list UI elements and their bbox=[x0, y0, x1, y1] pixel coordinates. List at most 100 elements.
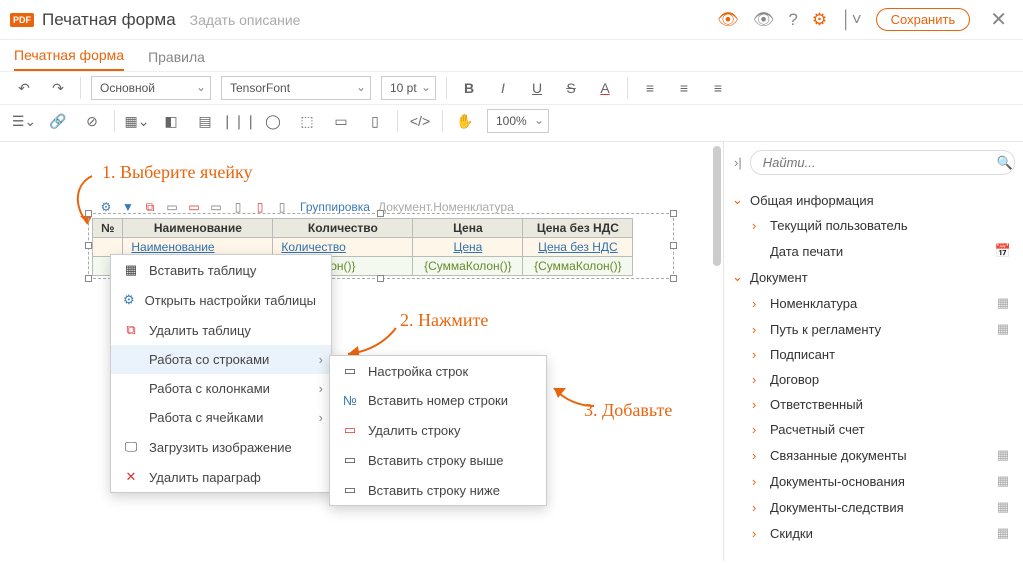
ctx-rows[interactable]: Работа со строками › bbox=[111, 345, 331, 374]
side-item-label: Подписант bbox=[770, 347, 835, 362]
canvas-scrollbar[interactable] bbox=[713, 146, 721, 266]
ctx-insert-table[interactable]: ▦Вставить таблицу bbox=[111, 255, 331, 285]
shape-icon[interactable]: ◯ bbox=[261, 109, 285, 133]
align-right-icon[interactable]: ≡ bbox=[706, 76, 730, 100]
sub-insert-above[interactable]: ▭Вставить строку выше bbox=[330, 445, 546, 475]
ctx-delete-para[interactable]: ✕Удалить параграф bbox=[111, 462, 331, 492]
bold-button[interactable]: B bbox=[457, 76, 481, 100]
eye-off-icon[interactable]: 👁 bbox=[717, 10, 739, 30]
table-icon: ▦ bbox=[993, 295, 1013, 311]
ctx-rows-label: Работа со строками bbox=[149, 352, 269, 367]
annotation-step2: 2. Нажмите bbox=[400, 310, 488, 331]
sub-insert-rownum[interactable]: №Вставить номер строки bbox=[330, 386, 546, 415]
side-item-account[interactable]: ›Расчетный счет bbox=[732, 417, 1019, 442]
grouping-link[interactable]: Группировка bbox=[300, 200, 370, 214]
table-icon: ▦ bbox=[993, 321, 1013, 337]
side-item-print-date[interactable]: Дата печати 📅 bbox=[732, 238, 1019, 264]
side-item-discounts[interactable]: ›Скидки▦ bbox=[732, 520, 1019, 546]
close-icon[interactable]: ✕ bbox=[984, 7, 1013, 32]
caret-right-icon: › bbox=[752, 448, 764, 463]
box2-icon[interactable]: ▭ bbox=[329, 109, 353, 133]
caret-right-icon: › bbox=[752, 397, 764, 412]
side-item-result-docs[interactable]: ›Документы-следствия▦ bbox=[732, 494, 1019, 520]
menu-dropdown-icon[interactable]: │˅ bbox=[841, 10, 862, 30]
side-item-signer[interactable]: ›Подписант bbox=[732, 342, 1019, 367]
font-size-select[interactable]: 10 pt bbox=[381, 76, 436, 100]
caret-down-icon: ⌄ bbox=[732, 192, 744, 208]
caret-right-icon: › bbox=[752, 218, 764, 233]
tab-print-form[interactable]: Печатная форма bbox=[14, 47, 124, 71]
font-color-button[interactable]: A bbox=[593, 76, 617, 100]
box3-icon[interactable]: ▯ bbox=[363, 109, 387, 133]
link-icon[interactable]: 🔗 bbox=[46, 109, 70, 133]
table-icon: ▦ bbox=[993, 473, 1013, 489]
side-item-nomenclature[interactable]: › Номенклатура ▦ bbox=[732, 290, 1019, 316]
side-item-label: Путь к регламенту bbox=[770, 322, 881, 337]
section-icon[interactable]: ◧ bbox=[159, 109, 183, 133]
side-item-basis-docs[interactable]: ›Документы-основания▦ bbox=[732, 468, 1019, 494]
side-item-contract[interactable]: ›Договор bbox=[732, 367, 1019, 392]
eye-icon[interactable]: 👁 bbox=[753, 10, 775, 30]
search-input[interactable] bbox=[750, 150, 1015, 175]
sub-delete-row[interactable]: ▭Удалить строку bbox=[330, 415, 546, 445]
box1-icon[interactable]: ⬚ bbox=[295, 109, 319, 133]
side-group-document[interactable]: ⌄Документ bbox=[732, 264, 1019, 290]
ctx-cells[interactable]: Работа с ячейками› bbox=[111, 403, 331, 432]
side-group-general[interactable]: ⌄Общая информация bbox=[732, 187, 1019, 213]
redo-icon[interactable]: ↷ bbox=[46, 76, 70, 100]
caret-right-icon: › bbox=[752, 296, 764, 311]
caret-down-icon: ⌄ bbox=[732, 269, 744, 285]
search-icon[interactable]: 🔍 bbox=[997, 155, 1013, 171]
barcode-icon[interactable]: ❘❘❘ bbox=[227, 109, 251, 133]
side-item-label: Документы-следствия bbox=[770, 500, 904, 515]
side-item-responsible[interactable]: › Ответственный bbox=[732, 392, 1019, 417]
tab-rules[interactable]: Правила bbox=[148, 49, 205, 71]
ctx-cols[interactable]: Работа с колонками› bbox=[111, 374, 331, 403]
ctx-cols-label: Работа с колонками bbox=[149, 381, 270, 396]
editor-canvas[interactable]: 1. Выберите ячейку ⚙ ▼ ⧉ ▭ ▭ ▭ ▯ ▯ ▯ Гру… bbox=[0, 142, 723, 561]
chevron-right-icon: › bbox=[319, 352, 323, 367]
unlink-icon[interactable]: ⊘ bbox=[80, 109, 104, 133]
side-item-label: Ответственный bbox=[770, 397, 863, 412]
ctx-delete-table-label: Удалить таблицу bbox=[149, 323, 251, 338]
description-placeholder[interactable]: Задать описание bbox=[190, 12, 301, 28]
side-panel: ›| 🔍 ⌄Общая информация ›Текущий пользова… bbox=[723, 142, 1023, 561]
collapse-panel-icon[interactable]: ›| bbox=[734, 155, 742, 170]
insert-toolbar: ☰⌄ 🔗 ⊘ ▦⌄ ◧ ▤ ❘❘❘ ◯ ⬚ ▭ ▯ </> ✋ 100% bbox=[0, 105, 1023, 142]
chevron-right-icon: › bbox=[319, 410, 323, 425]
zoom-select[interactable]: 100% bbox=[487, 109, 549, 133]
save-button[interactable]: Сохранить bbox=[876, 8, 971, 31]
align-center-icon[interactable]: ≡ bbox=[672, 76, 696, 100]
side-item-label: Договор bbox=[770, 372, 819, 387]
table-source-label: Документ.Номенклатура bbox=[378, 200, 514, 214]
sub-insert-below-label: Вставить строку ниже bbox=[368, 483, 500, 498]
undo-icon[interactable]: ↶ bbox=[12, 76, 36, 100]
sub-row-settings[interactable]: ▭Настройка строк bbox=[330, 356, 546, 386]
italic-button[interactable]: I bbox=[491, 76, 515, 100]
side-item-reglament-path[interactable]: ›Путь к регламенту▦ bbox=[732, 316, 1019, 342]
align-left-icon[interactable]: ≡ bbox=[638, 76, 662, 100]
calendar-icon: 📅 bbox=[993, 243, 1013, 259]
side-item-print-date-label: Дата печати bbox=[770, 244, 843, 259]
font-select[interactable]: TensorFont bbox=[221, 76, 371, 100]
side-item-label: Номенклатура bbox=[770, 296, 857, 311]
strike-button[interactable]: S bbox=[559, 76, 583, 100]
help-icon[interactable]: ? bbox=[788, 10, 797, 30]
ctx-load-image[interactable]: 🖵Загрузить изображение bbox=[111, 432, 331, 462]
ctx-delete-table[interactable]: ⧉Удалить таблицу bbox=[111, 315, 331, 345]
table-icon[interactable]: ▦⌄ bbox=[125, 109, 149, 133]
columns-icon[interactable]: ▤ bbox=[193, 109, 217, 133]
hand-icon[interactable]: ✋ bbox=[453, 109, 477, 133]
pdf-badge-icon: PDF bbox=[10, 13, 34, 27]
underline-button[interactable]: U bbox=[525, 76, 549, 100]
list-icon[interactable]: ☰⌄ bbox=[12, 109, 36, 133]
side-item-label: Связанные документы bbox=[770, 448, 907, 463]
ctx-open-settings[interactable]: ⚙Открыть настройки таблицы bbox=[111, 285, 331, 315]
side-item-linked-docs[interactable]: ›Связанные документы▦ bbox=[732, 442, 1019, 468]
gear-icon[interactable]: ⚙ bbox=[812, 10, 827, 30]
style-select[interactable]: Основной bbox=[91, 76, 211, 100]
context-menu: ▦Вставить таблицу ⚙Открыть настройки таб… bbox=[110, 254, 332, 493]
code-icon[interactable]: </> bbox=[408, 109, 432, 133]
side-item-current-user[interactable]: ›Текущий пользователь bbox=[732, 213, 1019, 238]
sub-insert-below[interactable]: ▭Вставить строку ниже bbox=[330, 475, 546, 505]
